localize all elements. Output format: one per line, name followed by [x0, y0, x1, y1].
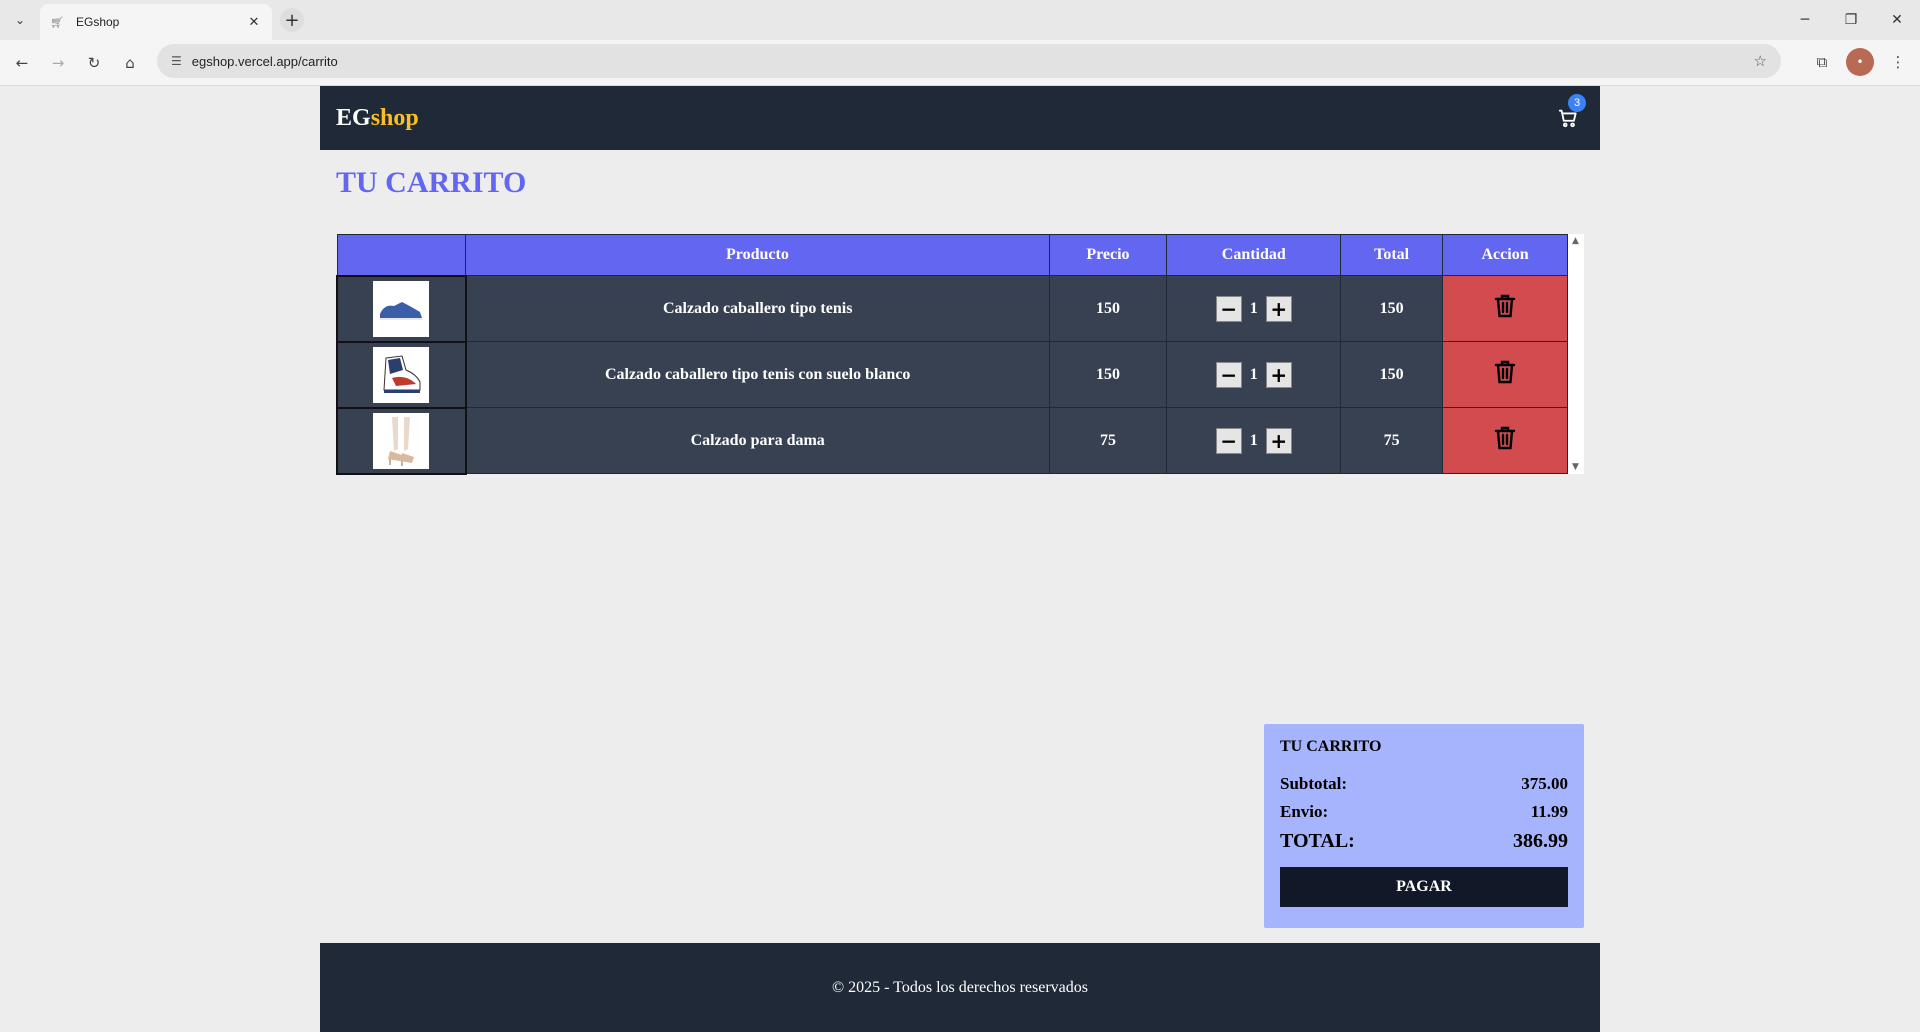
site-logo[interactable]: EGshop [336, 105, 419, 132]
toolbar-right: ⧉ • ⋮ [1808, 44, 1912, 80]
header-precio: Precio [1048, 234, 1168, 276]
shipping-value: 11.99 [1530, 802, 1568, 821]
product-quantity-cell: − 1 + [1166, 341, 1342, 408]
logo-text-shop: shop [370, 104, 419, 131]
product-total: 150 [1340, 341, 1444, 408]
home-icon[interactable]: ⌂ [112, 45, 148, 81]
scroll-down-arrow-icon[interactable]: ▼ [1572, 462, 1579, 472]
product-image-cell [336, 274, 467, 343]
quantity-value: 1 [1249, 431, 1258, 449]
total-label: TOTAL: [1280, 830, 1355, 852]
address-bar[interactable]: ☰ egshop.vercel.app/carrito ☆ [157, 44, 1781, 78]
delete-cell[interactable] [1442, 341, 1568, 408]
quantity-value: 1 [1249, 365, 1258, 383]
back-icon[interactable]: ← [4, 45, 40, 81]
site-info-icon[interactable]: ☰ [171, 54, 182, 68]
profile-avatar[interactable]: • [1846, 48, 1874, 76]
header-image [336, 234, 467, 276]
site-footer: © 2025 - Todos los derechos reservados [320, 943, 1600, 1032]
product-price: 150 [1048, 275, 1168, 342]
delete-cell[interactable] [1442, 275, 1568, 342]
subtotal-value: 375.00 [1521, 774, 1568, 793]
product-total: 75 [1340, 407, 1444, 474]
product-image [373, 346, 430, 403]
browser-tab[interactable]: 🛒︎ EGshop ✕ [40, 4, 272, 40]
header-cantidad: Cantidad [1166, 234, 1342, 276]
new-tab-button[interactable]: + [280, 8, 304, 32]
close-window-icon[interactable]: ✕ [1874, 0, 1920, 40]
logo-text-eg: EG [336, 104, 371, 131]
product-total: 150 [1340, 275, 1444, 342]
url-text[interactable]: egshop.vercel.app/carrito [192, 54, 1754, 69]
table-row: Calzado para dama 75 − 1 + 75 [336, 406, 1568, 475]
cart-table-container: Producto Precio Cantidad Total Accion Ca… [336, 234, 1584, 475]
product-image-cell [336, 340, 467, 409]
cart-summary: TU CARRITO Subtotal: 375.00 Envio: 11.99… [1264, 724, 1584, 928]
cart-favicon-icon: 🛒︎ [50, 15, 64, 29]
table-scrollbar[interactable]: ▲ ▼ [1568, 234, 1584, 474]
product-price: 150 [1048, 341, 1168, 408]
shipping-label: Envio: [1280, 802, 1329, 821]
header-producto: Producto [465, 234, 1050, 276]
product-image [373, 412, 430, 469]
decrease-quantity-button[interactable]: − [1215, 361, 1242, 388]
product-name: Calzado caballero tipo tenis con suelo b… [465, 341, 1050, 408]
product-image [373, 280, 430, 337]
product-image-cell [336, 406, 467, 475]
forward-icon[interactable]: → [40, 45, 76, 81]
decrease-quantity-button[interactable]: − [1215, 427, 1242, 454]
total-row: TOTAL: 386.99 [1280, 830, 1568, 853]
menu-kebab-icon[interactable]: ⋮ [1884, 48, 1912, 76]
site-header: EGshop 3 [320, 86, 1600, 150]
window-controls: ─ ❐ ✕ [1782, 0, 1920, 40]
trash-icon[interactable] [1493, 425, 1517, 451]
scroll-up-arrow-icon[interactable]: ▲ [1572, 236, 1579, 246]
header-total: Total [1340, 234, 1444, 276]
product-name: Calzado para dama [465, 407, 1050, 474]
minimize-icon[interactable]: ─ [1782, 0, 1828, 40]
product-quantity-cell: − 1 + [1166, 275, 1342, 342]
page-title: TU CARRITO [336, 166, 527, 199]
hightop-sneaker-image-icon [383, 354, 421, 393]
site-container: EGshop 3 TU CARRITO Producto Precio Cant… [320, 86, 1600, 1032]
trash-icon[interactable] [1493, 359, 1517, 385]
cart-count-badge: 3 [1568, 94, 1586, 112]
sneaker-image-icon [380, 301, 423, 320]
table-row: Calzado caballero tipo tenis 150 − 1 + 1… [336, 274, 1568, 343]
product-quantity-cell: − 1 + [1166, 407, 1342, 474]
browser-tab-bar: ⌄ 🛒︎ EGshop ✕ + ─ ❐ ✕ [0, 0, 1920, 40]
delete-cell[interactable] [1442, 407, 1568, 474]
subtotal-row: Subtotal: 375.00 [1280, 774, 1568, 794]
increase-quantity-button[interactable]: + [1265, 295, 1292, 322]
tab-title: EGshop [76, 15, 120, 29]
header-accion: Accion [1442, 234, 1568, 276]
product-price: 75 [1048, 407, 1168, 474]
bookmark-star-icon[interactable]: ☆ [1754, 52, 1767, 70]
quantity-value: 1 [1249, 299, 1258, 317]
increase-quantity-button[interactable]: + [1265, 361, 1292, 388]
extensions-icon[interactable]: ⧉ [1808, 48, 1836, 76]
shipping-row: Envio: 11.99 [1280, 802, 1568, 822]
browser-toolbar: ← → ↻ ⌂ ☰ egshop.vercel.app/carrito ☆ ⧉ … [0, 40, 1920, 86]
table-row: Calzado caballero tipo tenis con suelo b… [336, 340, 1568, 409]
table-header-row: Producto Precio Cantidad Total Accion [336, 234, 1568, 276]
total-value: 386.99 [1513, 830, 1568, 852]
restore-icon[interactable]: ❐ [1828, 0, 1874, 40]
tab-search-button[interactable]: ⌄ [0, 0, 40, 40]
product-name: Calzado caballero tipo tenis [465, 275, 1050, 342]
footer-copyright: © 2025 - Todos los derechos reservados [831, 978, 1089, 996]
cart-button[interactable]: 3 [1556, 94, 1586, 130]
decrease-quantity-button[interactable]: − [1215, 295, 1242, 322]
close-tab-icon[interactable]: ✕ [246, 15, 262, 30]
trash-icon[interactable] [1493, 293, 1517, 319]
cart-table: Producto Precio Cantidad Total Accion Ca… [336, 234, 1568, 475]
pay-button[interactable]: PAGAR [1280, 867, 1568, 907]
subtotal-label: Subtotal: [1280, 774, 1348, 793]
reload-icon[interactable]: ↻ [76, 45, 112, 81]
page-viewport: EGshop 3 TU CARRITO Producto Precio Cant… [0, 86, 1920, 1032]
summary-title: TU CARRITO [1280, 738, 1382, 755]
heels-image-icon [388, 416, 415, 466]
increase-quantity-button[interactable]: + [1265, 427, 1292, 454]
